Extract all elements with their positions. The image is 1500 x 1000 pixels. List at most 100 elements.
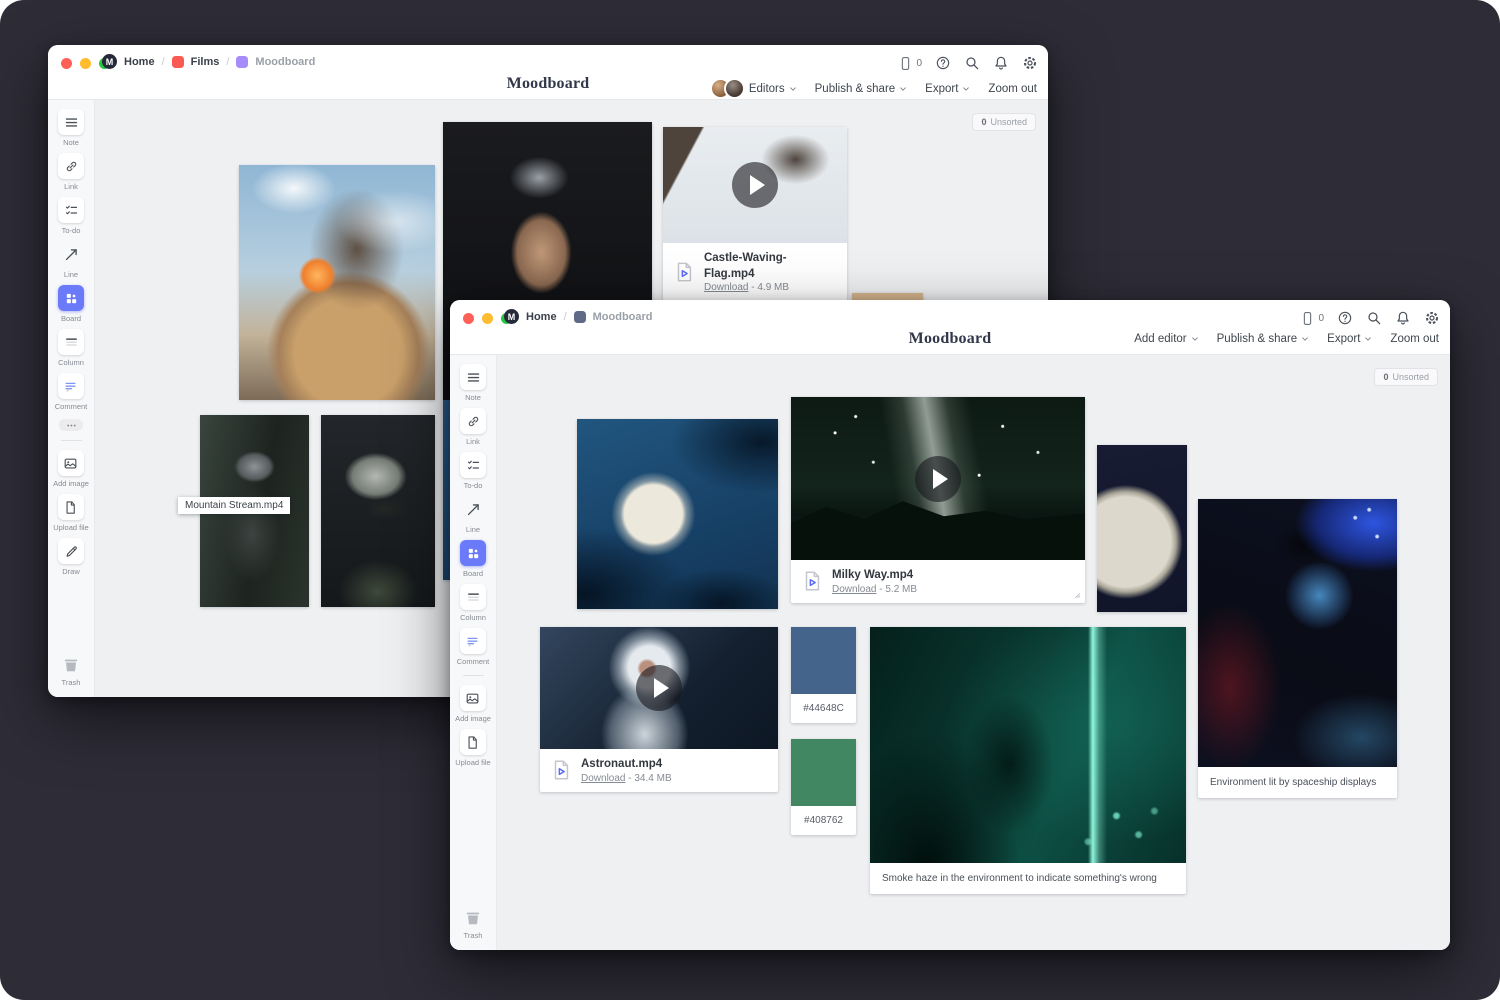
line-arrow-icon xyxy=(465,501,482,518)
device-count-button[interactable]: 0 xyxy=(1300,311,1324,326)
file-size: 34.4 MB xyxy=(625,773,671,784)
export-label: Export xyxy=(925,83,958,95)
unsorted-badge[interactable]: 0Unsorted xyxy=(972,113,1036,131)
tool-todo[interactable]: To-do xyxy=(460,452,486,490)
editors-menu[interactable]: Editors xyxy=(710,78,797,99)
more-dots-icon xyxy=(65,419,78,432)
help-icon[interactable] xyxy=(935,55,951,71)
draw-pencil-icon xyxy=(64,544,79,559)
play-button[interactable] xyxy=(732,162,778,208)
play-button[interactable] xyxy=(915,456,961,502)
trash-target[interactable]: Trash xyxy=(61,655,81,687)
swatch-hex-label: #408762 xyxy=(791,806,856,835)
tool-line[interactable]: Line xyxy=(460,496,486,534)
tool-column[interactable]: Column xyxy=(460,584,486,622)
upload-file-icon xyxy=(465,735,480,750)
tool-note[interactable]: Note xyxy=(460,364,486,402)
tool-comment[interactable]: Comment xyxy=(457,628,490,666)
moon-branches-image xyxy=(577,419,778,609)
tool-column[interactable]: Column xyxy=(58,329,84,367)
download-link[interactable]: Download xyxy=(832,584,876,595)
tool-link[interactable]: Link xyxy=(460,408,486,446)
export-menu[interactable]: Export xyxy=(925,83,970,95)
more-tools-button[interactable] xyxy=(59,419,83,431)
search-icon[interactable] xyxy=(1366,310,1382,326)
minimize-button[interactable] xyxy=(80,58,91,69)
unsorted-badge[interactable]: 0Unsorted xyxy=(1374,368,1438,386)
publish-share-menu[interactable]: Publish & share xyxy=(815,83,908,95)
video-card-milky-way[interactable]: Milky Way.mp4 Download5.2 MB xyxy=(791,397,1085,603)
tool-draw[interactable]: Draw xyxy=(58,538,84,576)
tool-line[interactable]: Line xyxy=(58,241,84,279)
breadcrumb-moodboard[interactable]: Moodboard xyxy=(255,56,315,68)
tool-sidebar: Note Link To-do Line Board Column Commen… xyxy=(48,100,95,697)
resize-handle-icon[interactable] xyxy=(1068,586,1082,600)
back-window-header: M Home Films Moodboard Moodboard 0 xyxy=(48,45,1048,100)
download-link[interactable]: Download xyxy=(581,773,625,784)
chevron-down-icon xyxy=(789,85,797,93)
video-card-castle[interactable]: Castle-Waving-Flag.mp4 Download4.9 MB xyxy=(663,127,847,301)
tool-upload-file[interactable]: Upload file xyxy=(455,729,490,767)
notifications-bell-icon[interactable] xyxy=(1395,310,1411,326)
minimize-button[interactable] xyxy=(482,313,493,324)
publish-share-label: Publish & share xyxy=(815,83,896,95)
download-link[interactable]: Download xyxy=(704,282,748,293)
breadcrumb-moodboard[interactable]: Moodboard xyxy=(593,311,653,323)
tool-link[interactable]: Link xyxy=(58,153,84,191)
notifications-bell-icon[interactable] xyxy=(993,55,1009,71)
app-logo-icon[interactable]: M xyxy=(504,309,519,324)
device-count-button[interactable]: 0 xyxy=(898,56,922,71)
breadcrumb-home[interactable]: Home xyxy=(526,311,557,323)
tool-board[interactable]: Board xyxy=(58,285,84,323)
trash-icon xyxy=(61,655,81,675)
close-button[interactable] xyxy=(463,313,474,324)
zoom-out-button[interactable]: Zoom out xyxy=(1390,333,1439,345)
image-card-moon-branches[interactable] xyxy=(577,419,778,609)
settings-gear-icon[interactable] xyxy=(1022,55,1038,71)
image-card-dragon-statue[interactable] xyxy=(321,415,435,607)
breadcrumb-separator xyxy=(162,56,165,68)
play-button[interactable] xyxy=(636,665,682,711)
tool-todo[interactable]: To-do xyxy=(58,197,84,235)
moodboard-board-icon[interactable] xyxy=(236,56,248,68)
breadcrumb-films[interactable]: Films xyxy=(191,56,220,68)
tool-comment[interactable]: Comment xyxy=(55,373,88,411)
color-swatch-card[interactable]: #408762 xyxy=(791,739,856,835)
color-swatch-card[interactable]: #44648C xyxy=(791,627,856,723)
tool-upload-file[interactable]: Upload file xyxy=(53,494,88,532)
add-editor-label: Add editor xyxy=(1134,333,1186,345)
add-image-icon xyxy=(465,691,480,706)
close-button[interactable] xyxy=(61,58,72,69)
export-menu[interactable]: Export xyxy=(1327,333,1372,345)
search-icon[interactable] xyxy=(964,55,980,71)
breadcrumb-home[interactable]: Home xyxy=(124,56,155,68)
add-editor-menu[interactable]: Add editor xyxy=(1134,333,1198,345)
line-arrow-icon xyxy=(63,246,80,263)
trash-target[interactable]: Trash xyxy=(463,908,483,940)
tool-note[interactable]: Note xyxy=(58,109,84,147)
phone-icon xyxy=(898,56,913,71)
help-icon[interactable] xyxy=(1337,310,1353,326)
moodboard-board-icon[interactable] xyxy=(574,311,586,323)
editors-label: Editors xyxy=(749,83,785,95)
swatch-hex-label: #44648C xyxy=(791,694,856,723)
link-icon xyxy=(466,414,481,429)
zoom-out-button[interactable]: Zoom out xyxy=(988,83,1037,95)
tool-board[interactable]: Board xyxy=(460,540,486,578)
publish-share-menu[interactable]: Publish & share xyxy=(1217,333,1310,345)
castle-video-thumbnail xyxy=(663,127,847,243)
board-canvas[interactable]: 0Unsorted Milky Way.mp4 Download5.2 MB xyxy=(497,355,1450,950)
tool-add-image[interactable]: Add image xyxy=(455,685,491,723)
app-logo-icon[interactable]: M xyxy=(102,54,117,69)
tool-add-image[interactable]: Add image xyxy=(53,450,89,488)
image-card-hand[interactable]: Smoke haze in the environment to indicat… xyxy=(870,627,1186,894)
films-board-icon[interactable] xyxy=(172,56,184,68)
settings-gear-icon[interactable] xyxy=(1424,310,1440,326)
image-card-dragon-building[interactable] xyxy=(239,165,435,400)
milky-way-video-thumbnail xyxy=(791,397,1085,560)
image-card-spaceship[interactable]: Environment lit by spaceship displays xyxy=(1198,499,1397,798)
video-file-icon xyxy=(550,758,572,782)
image-card-moon-closeup[interactable] xyxy=(1097,445,1187,612)
video-card-astronaut[interactable]: Astronaut.mp4 Download34.4 MB xyxy=(540,627,778,792)
device-count: 0 xyxy=(916,58,922,69)
